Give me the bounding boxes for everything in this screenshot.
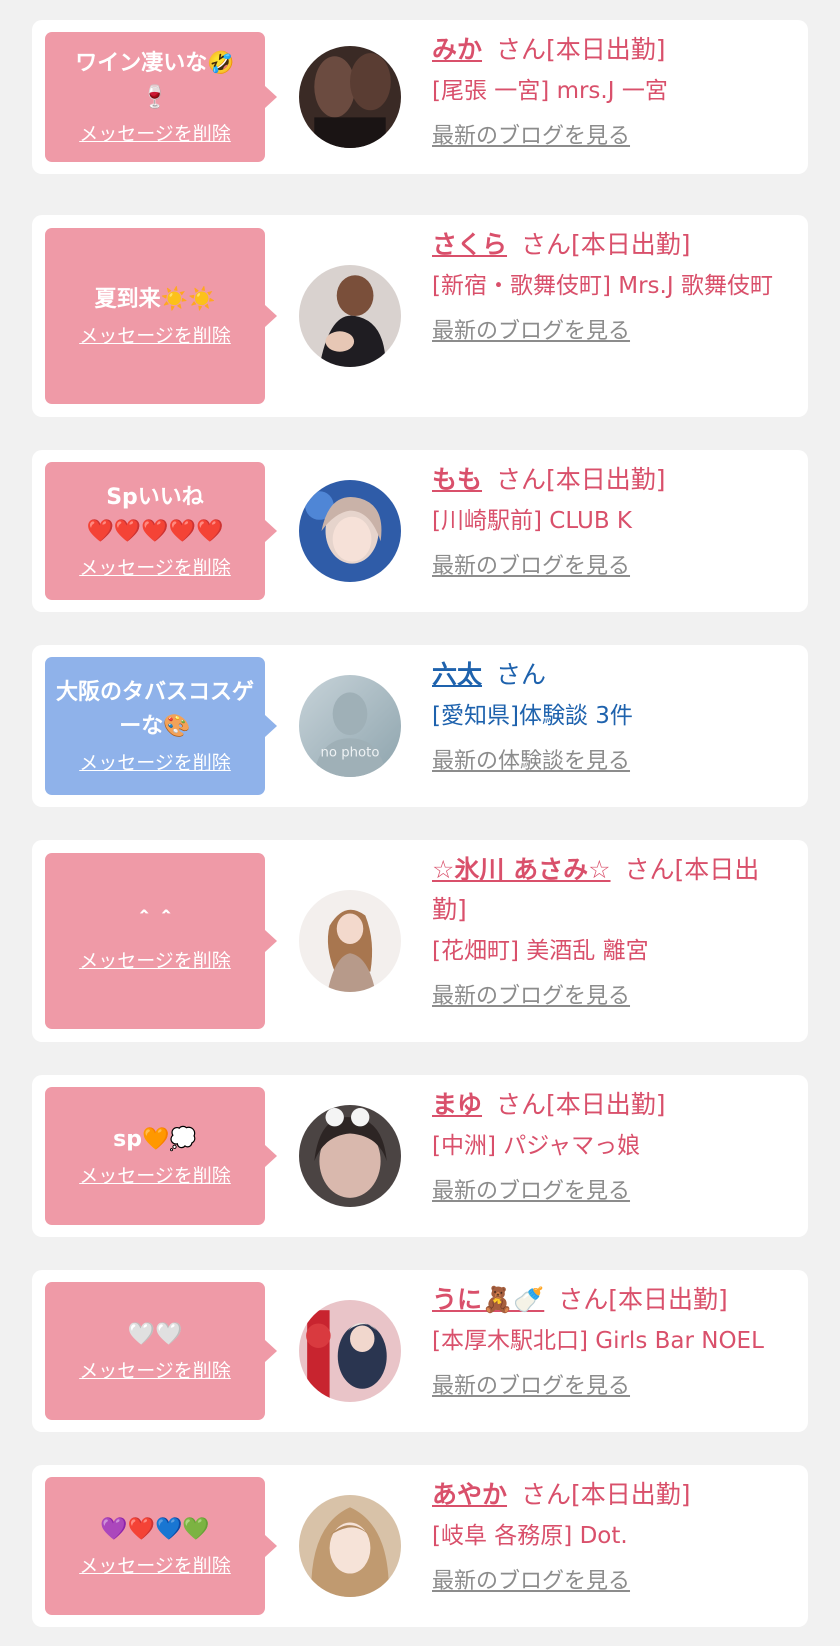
cast-name-link[interactable]: うに🧸🍼	[432, 1285, 544, 1314]
honorific-label: さん[本日出勤]	[496, 465, 666, 494]
message-bubble: 大阪のタバスコスゲーな🎨 メッセージを削除	[45, 657, 277, 795]
cast-info: みか さん[本日出勤] [尾張 一宮] mrs.J 一宮 最新のブログを見る	[432, 30, 794, 152]
message-bubble: 💜❤️💙💚 メッセージを削除	[45, 1477, 277, 1615]
latest-blog-link[interactable]: 最新のブログを見る	[432, 1372, 630, 1402]
shop-label: [花畑町] 美酒乱 離宮	[432, 938, 649, 964]
user-info: 六太 さん [愛知県]体験談 3件 最新の体験談を見る	[432, 655, 794, 777]
message-bubble: ＾＾ メッセージを削除	[45, 853, 277, 1029]
avatar[interactable]	[299, 1495, 401, 1597]
delete-message-button[interactable]: メッセージを削除	[79, 948, 231, 974]
latest-blog-link[interactable]: 最新のブログを見る	[432, 122, 630, 152]
latest-blog-link[interactable]: 最新のブログを見る	[432, 1567, 630, 1597]
avatar[interactable]	[299, 890, 401, 992]
delete-message-button[interactable]: メッセージを削除	[79, 555, 231, 581]
shop-label: [本厚木駅北口] Girls Bar NOEL	[432, 1328, 764, 1354]
avatar[interactable]	[299, 46, 401, 148]
cast-info: さくら さん[本日出勤] [新宿・歌舞伎町] Mrs.J 歌舞伎町 最新のブログを…	[432, 225, 794, 347]
no-photo-icon: no photo	[299, 675, 401, 777]
message-card: sp🧡💭 メッセージを削除 まゆ さん[本日出勤] [中洲] パジャマっ娘 最新の…	[32, 1075, 808, 1237]
honorific-label: さん[本日出勤]	[521, 230, 691, 259]
cast-name-link[interactable]: まゆ	[432, 1090, 482, 1119]
avatar[interactable]	[299, 480, 401, 582]
shop-label: [中洲] パジャマっ娘	[432, 1133, 641, 1159]
cast-info: あやか さん[本日出勤] [岐阜 各務原] Dot. 最新のブログを見る	[432, 1475, 794, 1597]
avatar[interactable]	[299, 1300, 401, 1402]
message-bubble: sp🧡💭 メッセージを削除	[45, 1087, 277, 1225]
shop-label: [新宿・歌舞伎町] Mrs.J 歌舞伎町	[432, 273, 773, 299]
delete-message-button[interactable]: メッセージを削除	[79, 121, 231, 147]
no-photo-label: no photo	[321, 746, 380, 761]
message-bubble: 夏到来☀️☀️ メッセージを削除	[45, 228, 277, 404]
delete-message-button[interactable]: メッセージを削除	[79, 323, 231, 349]
latest-blog-link[interactable]: 最新のブログを見る	[432, 552, 630, 582]
cast-name-link[interactable]: さくら	[432, 230, 507, 259]
cast-name-link[interactable]: ☆氷川 あさみ☆	[432, 855, 611, 884]
user-name-link[interactable]: 六太	[432, 660, 482, 689]
cast-info: ☆氷川 あさみ☆ さん[本日出勤] [花畑町] 美酒乱 離宮 最新のブログを見る	[432, 850, 794, 1012]
honorific-label: さん[本日出勤]	[496, 1090, 666, 1119]
avatar-photo	[299, 46, 401, 148]
avatar-photo	[299, 1300, 401, 1402]
message-card: 💜❤️💙💚 メッセージを削除 あやか さん[本日出勤] [岐阜 各務原] Dot.…	[32, 1465, 808, 1627]
message-text: 大阪のタバスコスゲーな🎨	[55, 680, 254, 739]
avatar-photo	[299, 1105, 401, 1207]
message-card: Spいいね ❤️❤️❤️❤️❤️ メッセージを削除 もも さん[本日出勤] [川崎…	[32, 450, 808, 612]
cast-info: まゆ さん[本日出勤] [中洲] パジャマっ娘 最新のブログを見る	[432, 1085, 794, 1207]
avatar-photo	[299, 265, 401, 367]
latest-blog-link[interactable]: 最新のブログを見る	[432, 982, 630, 1012]
avatar[interactable]: no photo	[299, 675, 401, 777]
message-bubble: 🤍🤍 メッセージを削除	[45, 1282, 277, 1420]
honorific-label: さん[本日出勤]	[521, 1480, 691, 1509]
message-card: 夏到来☀️☀️ メッセージを削除 さくら さん[本日出勤] [新宿・歌舞伎町] M…	[32, 215, 808, 417]
message-list: ワイン凄いな🤣 🍷 メッセージを削除 みか さん[本日出勤] [尾張 一宮] mr…	[0, 0, 840, 1646]
latest-review-link[interactable]: 最新の体験談を見る	[432, 747, 630, 777]
cast-name-link[interactable]: もも	[432, 465, 482, 494]
message-text: ＾＾	[132, 912, 177, 937]
honorific-label: さん[本日出勤]	[558, 1285, 728, 1314]
message-bubble: ワイン凄いな🤣 🍷 メッセージを削除	[45, 32, 277, 162]
delete-message-button[interactable]: メッセージを削除	[79, 1358, 231, 1384]
message-text: Spいいね ❤️❤️❤️❤️❤️	[86, 485, 224, 544]
cast-info: もも さん[本日出勤] [川崎駅前] CLUB K 最新のブログを見る	[432, 460, 794, 582]
honorific-label: さん	[496, 660, 547, 689]
message-text: 💜❤️💙💚	[100, 1517, 210, 1542]
cast-name-link[interactable]: みか	[432, 35, 482, 64]
delete-message-button[interactable]: メッセージを削除	[79, 1163, 231, 1189]
avatar-photo	[299, 480, 401, 582]
shop-label: [岐阜 各務原] Dot.	[432, 1523, 628, 1549]
latest-blog-link[interactable]: 最新のブログを見る	[432, 1177, 630, 1207]
avatar-photo	[299, 890, 401, 992]
message-card: 大阪のタバスコスゲーな🎨 メッセージを削除 no photo 六太 さん [愛知…	[32, 645, 808, 807]
cast-info: うに🧸🍼 さん[本日出勤] [本厚木駅北口] Girls Bar NOEL 最新の…	[432, 1280, 794, 1402]
message-text: 🤍🤍	[127, 1322, 183, 1347]
message-text: ワイン凄いな🤣 🍷	[75, 51, 235, 110]
message-card: ワイン凄いな🤣 🍷 メッセージを削除 みか さん[本日出勤] [尾張 一宮] mr…	[32, 20, 808, 174]
message-card: ＾＾ メッセージを削除 ☆氷川 あさみ☆ さん[本日出勤] [花畑町] 美酒乱 離…	[32, 840, 808, 1042]
delete-message-button[interactable]: メッセージを削除	[79, 750, 231, 776]
avatar-photo	[299, 1495, 401, 1597]
message-text: 夏到来☀️☀️	[94, 287, 216, 312]
shop-label: [川崎駅前] CLUB K	[432, 508, 632, 534]
delete-message-button[interactable]: メッセージを削除	[79, 1553, 231, 1579]
cast-name-link[interactable]: あやか	[432, 1480, 507, 1509]
avatar[interactable]	[299, 265, 401, 367]
honorific-label: さん[本日出勤]	[496, 35, 666, 64]
avatar[interactable]	[299, 1105, 401, 1207]
message-bubble: Spいいね ❤️❤️❤️❤️❤️ メッセージを削除	[45, 462, 277, 600]
latest-blog-link[interactable]: 最新のブログを見る	[432, 317, 630, 347]
area-review-label: [愛知県]体験談 3件	[432, 703, 633, 729]
shop-label: [尾張 一宮] mrs.J 一宮	[432, 78, 668, 104]
message-card: 🤍🤍 メッセージを削除 うに🧸🍼 さん[本日出勤] [本厚木駅北口] Girls …	[32, 1270, 808, 1432]
message-text: sp🧡💭	[113, 1127, 197, 1152]
